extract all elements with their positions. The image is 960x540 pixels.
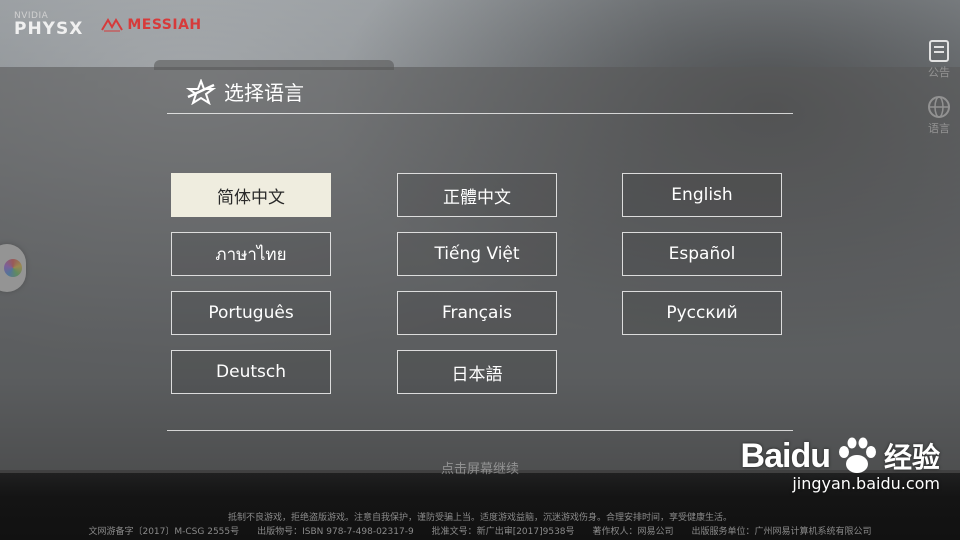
watermark-brand: Baidu <box>740 436 831 475</box>
baidu-watermark: Baidu 经验 jingyan.baidu.com <box>741 436 940 494</box>
dialog-header: 选择语言 <box>186 77 304 106</box>
language-option-russian[interactable]: Русский <box>622 291 782 335</box>
language-option-vietnamese[interactable]: Tiếng Việt <box>397 232 557 276</box>
health-notice: 抵制不良游戏，拒绝盗版游戏。注意自我保护，谨防受骗上当。适度游戏益脑，沉迷游戏伤… <box>227 513 732 523</box>
language-option-french[interactable]: Français <box>397 291 557 335</box>
messiah-mark-icon <box>101 18 124 32</box>
paw-icon <box>838 437 876 473</box>
language-option-spanish[interactable]: Español <box>622 232 782 276</box>
watermark-url: jingyan.baidu.com <box>792 474 940 493</box>
language-option-thai[interactable]: ภาษาไทย <box>171 232 331 276</box>
messiah-text: MESSIAH <box>127 17 202 33</box>
language-option-german[interactable]: Deutsch <box>171 350 331 394</box>
language-option-english[interactable]: English <box>622 173 782 217</box>
language-option-portuguese[interactable]: Português <box>171 291 331 335</box>
nvidia-physx-logo: NVIDIA PHYSX <box>14 12 83 38</box>
dialog-title: 选择语言 <box>224 81 304 105</box>
language-option-zh-hans[interactable]: 简体中文 <box>171 173 331 217</box>
physx-text: PHYSX <box>14 19 84 39</box>
brand-logos: NVIDIA PHYSX MESSIAH <box>14 12 202 38</box>
header-divider <box>167 113 793 114</box>
game-logo-icon <box>186 78 216 105</box>
language-option-zh-hant[interactable]: 正體中文 <box>397 173 557 217</box>
watermark-row: Baidu 经验 <box>741 436 940 476</box>
notice-icon <box>929 40 949 62</box>
messiah-logo: MESSIAH <box>101 17 201 33</box>
watermark-cn: 经验 <box>883 441 940 474</box>
language-option-japanese[interactable]: 日本語 <box>397 350 557 394</box>
footer-divider <box>167 430 793 431</box>
license-info: 文网游备字〔2017〕M-CSG 2555号 出版物号：ISBN 978-7-4… <box>88 527 872 537</box>
